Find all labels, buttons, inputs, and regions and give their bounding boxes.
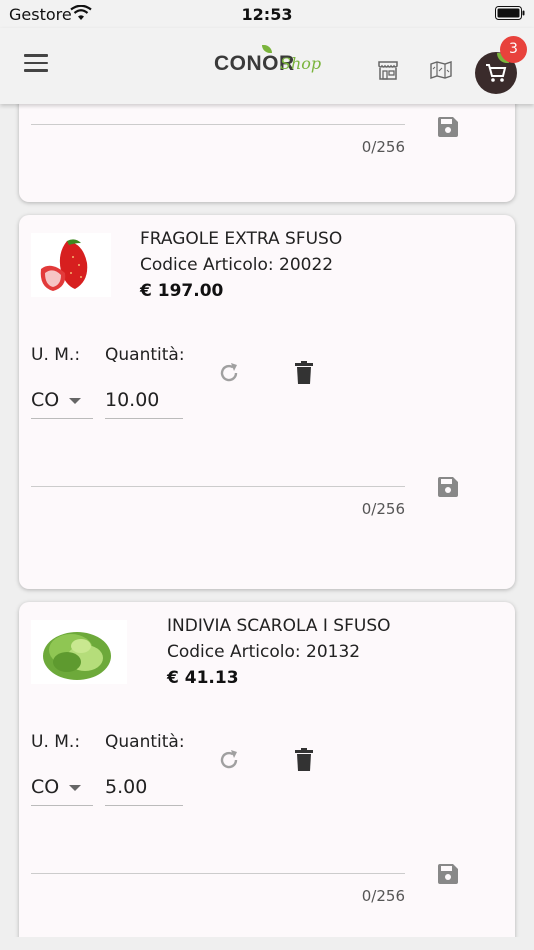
um-selected-value: CO (31, 389, 60, 411)
trash-icon[interactable] (294, 748, 314, 772)
quantity-input[interactable]: 10.00 (105, 385, 183, 419)
product-image-endive[interactable] (31, 620, 127, 684)
note-field[interactable] (31, 124, 405, 125)
product-title: FRAGOLE EXTRA SFUSO (140, 229, 343, 249)
product-price: € 41.13 (167, 668, 239, 688)
logo-subtext: Shop (280, 54, 322, 73)
status-bar: Gestore 12:53 (0, 0, 534, 28)
quantity-value: 5.00 (105, 776, 148, 798)
note-field[interactable] (31, 873, 405, 874)
app-logo[interactable]: CONOR Shop (214, 45, 326, 80)
save-icon[interactable] (436, 115, 460, 139)
um-select[interactable]: CO (31, 772, 93, 806)
app-header: CONOR Shop (0, 28, 534, 104)
chevron-down-icon (69, 398, 81, 404)
cart-item-card: FRAGOLE EXTRA SFUSO Codice Articolo: 200… (19, 215, 515, 589)
save-icon[interactable] (436, 862, 460, 886)
save-icon[interactable] (436, 475, 460, 499)
clock-time: 12:53 (241, 5, 293, 24)
quantity-value: 10.00 (105, 389, 160, 411)
refresh-icon[interactable] (217, 361, 241, 385)
product-code: Codice Articolo: 20022 (140, 255, 334, 275)
cart-count-badge: 3 (500, 36, 527, 63)
product-price: € 197.00 (140, 281, 224, 301)
chevron-down-icon (69, 785, 81, 791)
trash-icon[interactable] (294, 361, 314, 385)
note-char-counter: 0/256 (361, 500, 405, 518)
note-char-counter: 0/256 (361, 887, 405, 905)
um-label: U. M.: (31, 732, 81, 752)
quantity-input[interactable]: 5.00 (105, 772, 183, 806)
product-code: Codice Articolo: 20132 (167, 642, 361, 662)
battery-icon (495, 6, 525, 20)
um-label: U. M.: (31, 345, 81, 365)
cart-icon (486, 64, 507, 82)
store-icon[interactable] (377, 59, 399, 81)
note-field[interactable] (31, 486, 405, 487)
bottom-edge (0, 937, 534, 950)
product-title: INDIVIA SCAROLA I SFUSO (167, 616, 391, 636)
map-icon[interactable] (430, 61, 452, 79)
menu-icon[interactable] (24, 54, 48, 74)
quantity-label: Quantità: (105, 345, 185, 365)
quantity-label: Quantità: (105, 732, 185, 752)
um-select[interactable]: CO (31, 385, 93, 419)
refresh-icon[interactable] (217, 748, 241, 772)
product-image-strawberries[interactable] (31, 233, 111, 297)
note-char-counter: 0/256 (361, 138, 405, 156)
cart-item-card: INDIVIA SCAROLA I SFUSO Codice Articolo:… (19, 602, 515, 950)
um-selected-value: CO (31, 776, 60, 798)
